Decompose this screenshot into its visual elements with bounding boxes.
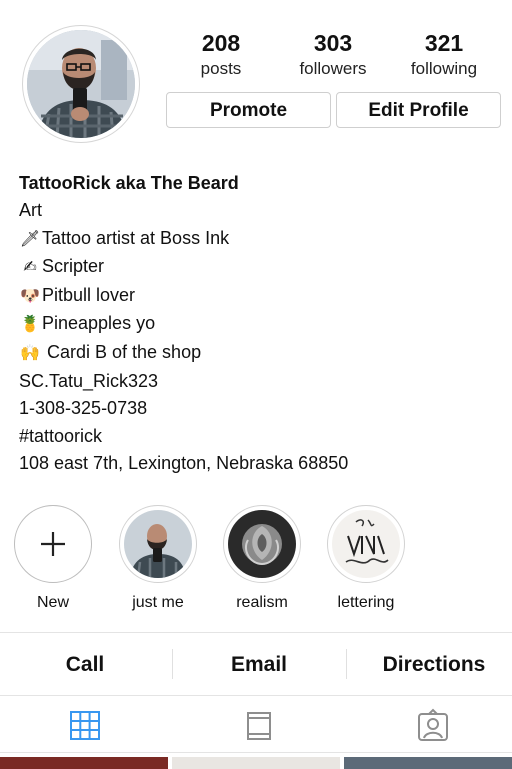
stat-label: followers [299,59,367,78]
tab-tagged[interactable] [413,707,453,745]
tab-grid[interactable] [65,707,105,745]
feed-view-icon [247,712,271,740]
writing-hand-icon: ✍ [23,259,37,277]
divider [0,632,512,633]
highlight-cover-image [332,510,400,578]
highlight-cover [228,510,296,578]
dog-face-icon: 🐶 [20,287,40,305]
bio-line: 🗡 Tattoo artist at Boss Ink [19,225,499,254]
bio-line-text: Pineapples yo [42,313,156,334]
tagged-person-icon [418,708,448,741]
action-separator [346,649,347,679]
grid-icon [70,711,100,740]
plus-icon [41,532,65,556]
divider [0,752,512,753]
highlight-new[interactable]: New [9,505,97,613]
highlight-cover [124,510,192,578]
bio-hashtag-line[interactable]: #tattoorick [19,423,499,451]
email-button[interactable]: Email [174,646,344,684]
edit-profile-button[interactable]: Edit Profile [336,92,501,128]
highlight-just-me[interactable]: just me [114,505,202,613]
action-separator [172,649,173,679]
highlight-cover-image [228,510,296,578]
stat-value: 321 [424,30,464,56]
dagger-icon: 🗡 [19,230,41,248]
highlight-realism[interactable]: realism [218,505,306,613]
raised-hands-icon: 🙌 [20,344,40,362]
bio-line: 🐶 Pitbull lover [19,282,499,311]
highlight-label: just me [132,594,184,611]
highlight-ring [14,505,92,583]
post-thumbnail[interactable] [172,757,340,769]
highlight-cover-image [124,510,192,578]
bio-line-text: Scripter [42,256,105,277]
bio-line: ✍ Scripter [19,253,499,282]
bio-line-text: Pitbull lover [42,284,136,305]
profile-category: Art [19,200,43,220]
post-thumbnail[interactable] [0,757,168,769]
bio-phone-line[interactable]: 1-308-325-0738 [19,395,499,423]
call-button[interactable]: Call [0,646,170,684]
profile-name: TattooRick aka The Beard [19,173,239,193]
bio-line: 🙌 Cardi B of the shop [19,339,499,368]
pineapple-icon: 🍍 [20,316,40,334]
stat-label: posts [200,59,242,78]
highlight-ring [327,505,405,583]
tab-feed[interactable] [239,707,279,745]
promote-button[interactable]: Promote [166,92,331,128]
profile-bio: TattooRick aka The Beard Art 🗡 Tattoo art… [19,170,499,478]
highlight-label: realism [236,594,288,611]
stat-value: 303 [313,30,353,56]
highlight-label: lettering [337,594,395,611]
bio-line-text: Cardi B of the shop [42,341,202,362]
directions-button[interactable]: Directions [348,646,512,684]
bio-line: 🍍 Pineapples yo [19,310,499,339]
highlight-label: New [36,594,69,611]
divider [0,695,512,696]
highlight-cover [332,510,400,578]
stat-label: following [410,59,478,78]
followers-count[interactable]: 303 followers [278,30,388,80]
posts-count[interactable]: 208 posts [166,30,276,80]
bio-line-text: Tattoo artist at Boss Ink [42,227,230,248]
highlight-lettering[interactable]: lettering [322,505,410,613]
post-thumbnail[interactable] [344,757,512,769]
bio-address-line[interactable]: 108 east 7th, Lexington, Nebraska 68850 [19,450,499,478]
stat-value: 208 [201,30,241,56]
profile-avatar[interactable] [27,30,135,138]
highlight-ring [119,505,197,583]
following-count[interactable]: 321 following [389,30,499,80]
bio-contact-line[interactable]: SC.Tatu_Rick323 [19,368,499,396]
highlight-ring [223,505,301,583]
avatar-photo [27,30,135,138]
